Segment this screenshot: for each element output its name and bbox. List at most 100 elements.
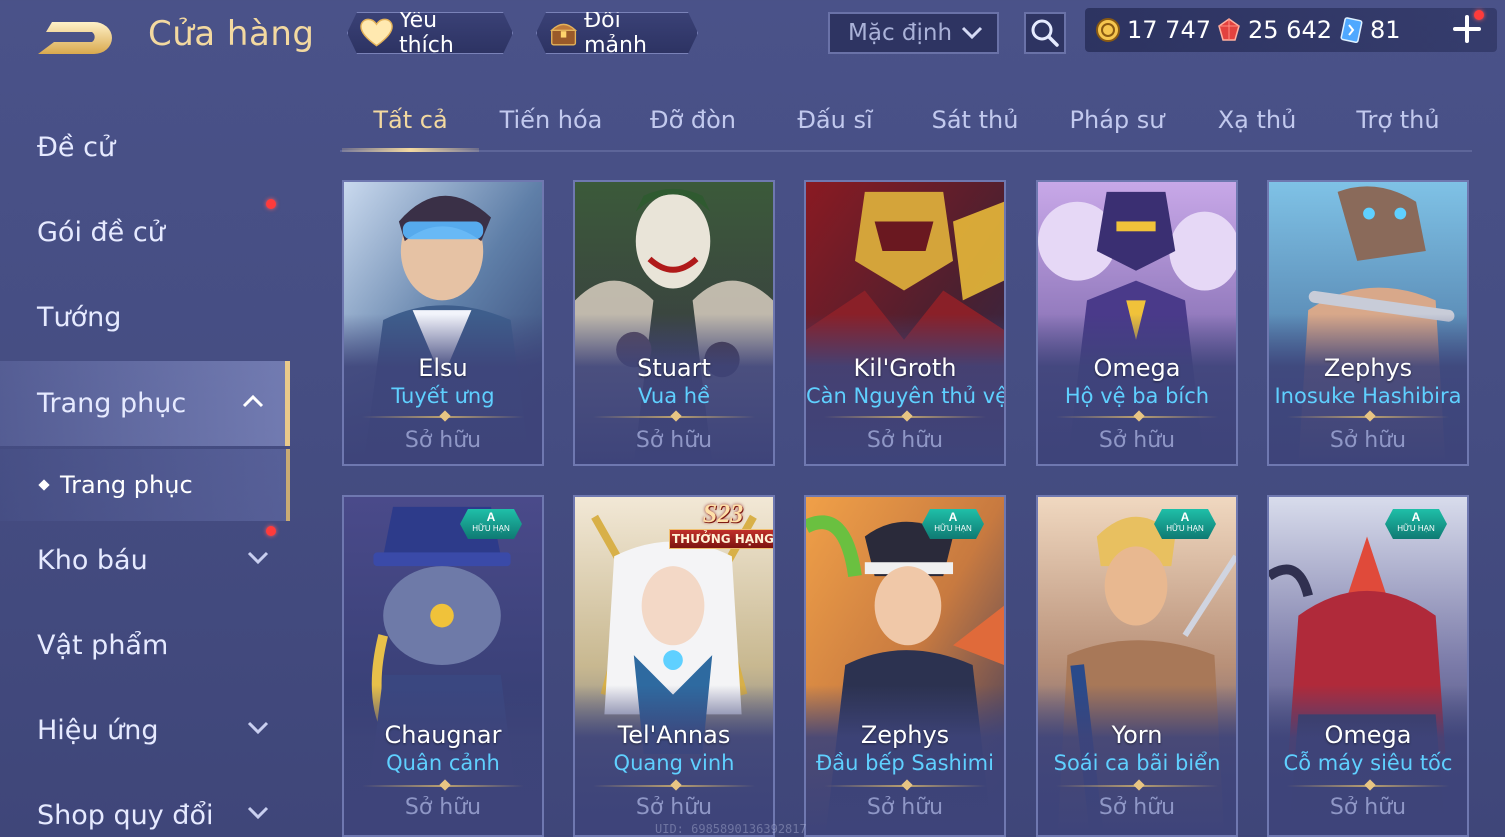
top-bar: Cửa hàng Yêu thích Đổi mảnh Mặc định 17 … <box>0 0 1505 70</box>
back-button[interactable] <box>32 12 120 62</box>
role-tabs: Tất cả Tiến hóa Đỡ đòn Đấu sĩ Sát thủ Ph… <box>340 100 1472 152</box>
hero-name: Zephys <box>860 721 950 749</box>
tab-fighter[interactable]: Đấu sĩ <box>765 106 905 150</box>
ruby-balance: 25 642 <box>1216 16 1332 44</box>
ruby-value: 25 642 <box>1248 16 1332 44</box>
badge-text: HỮU HẠN <box>1166 524 1204 533</box>
skin-card[interactable]: Omega Hộ vệ ba bích Sở hữu <box>1036 180 1238 466</box>
sidebar-item-items[interactable]: Vật phẩm <box>0 603 290 688</box>
owned-status: Sở hữu <box>404 428 482 453</box>
sidebar-item-label: Gói đề cử <box>37 217 165 248</box>
hero-name: Tel'Annas <box>617 721 731 749</box>
owned-status: Sở hữu <box>635 795 713 820</box>
skin-name: Càn Nguyên thủ vệ <box>806 384 1006 408</box>
hero-name: Kil'Groth <box>853 354 957 382</box>
treasure-chest-icon <box>549 17 578 49</box>
owned-status: Sở hữu <box>1098 795 1176 820</box>
skin-name: Tuyết ưng <box>391 384 495 408</box>
hero-name: Omega <box>1324 721 1412 749</box>
sidebar-item-label: Trang phục <box>37 388 187 419</box>
skin-card[interactable]: Stuart Vua hề Sở hữu <box>573 180 775 466</box>
sidebar-item-label: Vật phẩm <box>37 630 169 661</box>
owned-status: Sở hữu <box>1329 428 1407 453</box>
skin-card[interactable]: Elsu Tuyết ưng Sở hữu <box>342 180 544 466</box>
sidebar-item-exchange-shop[interactable]: Shop quy đổi <box>0 773 290 837</box>
skin-card[interactable]: A HỮU HẠN Yorn Soái ca bãi biển Sở hữu <box>1036 495 1238 837</box>
chevron-up-icon <box>242 394 264 408</box>
gold-value: 17 747 <box>1127 16 1211 44</box>
chevron-down-icon <box>247 721 269 735</box>
sidebar-item-effects[interactable]: Hiệu ứng <box>0 688 290 773</box>
sidebar-item-skins[interactable]: Trang phục <box>0 361 290 446</box>
badge-text: HỮU HẠN <box>1397 524 1435 533</box>
shard-exchange-label: Đổi mảnh <box>584 8 647 58</box>
chevron-down-icon <box>961 26 983 40</box>
sidebar-item-label: Đề cử <box>37 132 116 163</box>
sidebar-subitem-skins[interactable]: Trang phục <box>0 449 290 521</box>
owned-status: Sở hữu <box>866 795 944 820</box>
owned-status: Sở hữu <box>1329 795 1407 820</box>
tab-marksman[interactable]: Xạ thủ <box>1187 106 1327 150</box>
limited-edition-badge: A HỮU HẠN <box>922 509 984 539</box>
voucher-balance: 81 <box>1338 16 1401 44</box>
sidebar-item-treasure[interactable]: Kho báu <box>0 518 290 603</box>
season-reward-badge: S23 THƯỞNG HẠNG <box>667 499 773 553</box>
skin-name: Cỗ máy siêu tốc <box>1283 751 1453 775</box>
sidebar-item-recommended[interactable]: Đề cử <box>0 105 290 190</box>
notification-dot <box>1474 10 1484 20</box>
active-tab-indicator <box>342 148 479 152</box>
season-label: S23 <box>702 499 744 528</box>
skin-name: Quân cảnh <box>386 751 500 775</box>
owned-status: Sở hữu <box>635 428 713 453</box>
sidebar: Đề cử Gói đề cử Tướng Trang phục Trang p… <box>0 100 290 837</box>
skin-name: Hộ vệ ba bích <box>1064 384 1210 408</box>
skin-card[interactable]: A HỮU HẠN Zephys Đầu bếp Sashimi Sở hữu <box>804 495 1006 837</box>
heart-icon <box>360 18 393 48</box>
back-arrow-icon <box>38 22 112 54</box>
page-title: Cửa hàng <box>148 14 315 54</box>
limited-edition-badge: A HỮU HẠN <box>1154 509 1216 539</box>
sidebar-item-label: Shop quy đổi <box>37 800 214 831</box>
season-reward-text: THƯỞNG HẠNG <box>669 529 773 549</box>
skin-card[interactable]: S23 THƯỞNG HẠNG Tel'Annas Quang vinh Sở … <box>573 495 775 837</box>
sidebar-item-bundles[interactable]: Gói đề cử <box>0 190 290 275</box>
skin-card[interactable]: Zephys Inosuke Hashibira Sở hữu <box>1267 180 1469 466</box>
hero-name: Omega <box>1093 354 1181 382</box>
skin-card[interactable]: Kil'Groth Càn Nguyên thủ vệ Sở hữu <box>804 180 1006 466</box>
favorites-label: Yêu thích <box>399 8 454 58</box>
tab-assassin[interactable]: Sát thủ <box>905 106 1045 150</box>
tab-all[interactable]: Tất cả <box>342 106 479 150</box>
skin-name: Vua hề <box>637 384 711 408</box>
limited-edition-badge: A HỮU HẠN <box>1385 509 1447 539</box>
favorites-button[interactable]: Yêu thích <box>347 12 513 54</box>
sidebar-item-label: Kho báu <box>37 545 148 576</box>
badge-text: HỮU HẠN <box>934 524 972 533</box>
tab-support[interactable]: Trợ thủ <box>1328 106 1468 150</box>
owned-status: Sở hữu <box>404 795 482 820</box>
tab-tank[interactable]: Đỡ đòn <box>623 106 763 150</box>
shard-exchange-button[interactable]: Đổi mảnh <box>536 12 698 54</box>
search-icon <box>1031 19 1059 47</box>
sidebar-item-label: Tướng <box>37 302 122 333</box>
sidebar-item-heroes[interactable]: Tướng <box>0 275 290 360</box>
hero-name: Elsu <box>418 354 468 382</box>
badge-grade: A <box>1180 510 1190 524</box>
tab-evolution[interactable]: Tiến hóa <box>481 106 621 150</box>
skin-card[interactable]: A HỮU HẠN Chaugnar Quân cảnh Sở hữu <box>342 495 544 837</box>
skin-name: Đầu bếp Sashimi <box>816 751 994 775</box>
hero-name: Stuart <box>637 354 711 382</box>
skin-card[interactable]: A HỮU HẠN Omega Cỗ máy siêu tốc Sở hữu <box>1267 495 1469 837</box>
sort-dropdown[interactable]: Mặc định <box>828 12 999 54</box>
sidebar-subitem-label: Trang phục <box>60 471 193 499</box>
ruby-gem-icon <box>1218 18 1240 41</box>
diamond-bullet-icon <box>38 479 50 491</box>
sidebar-item-label: Hiệu ứng <box>37 715 159 746</box>
gold-coin-icon <box>1096 18 1120 42</box>
hero-name: Zephys <box>1323 354 1413 382</box>
hero-name: Yorn <box>1111 721 1163 749</box>
search-button[interactable] <box>1024 12 1066 54</box>
gold-balance: 17 747 <box>1095 16 1211 44</box>
chevron-down-icon <box>247 806 269 820</box>
hero-name: Chaugnar <box>384 721 502 749</box>
tab-mage[interactable]: Pháp sư <box>1047 106 1187 150</box>
